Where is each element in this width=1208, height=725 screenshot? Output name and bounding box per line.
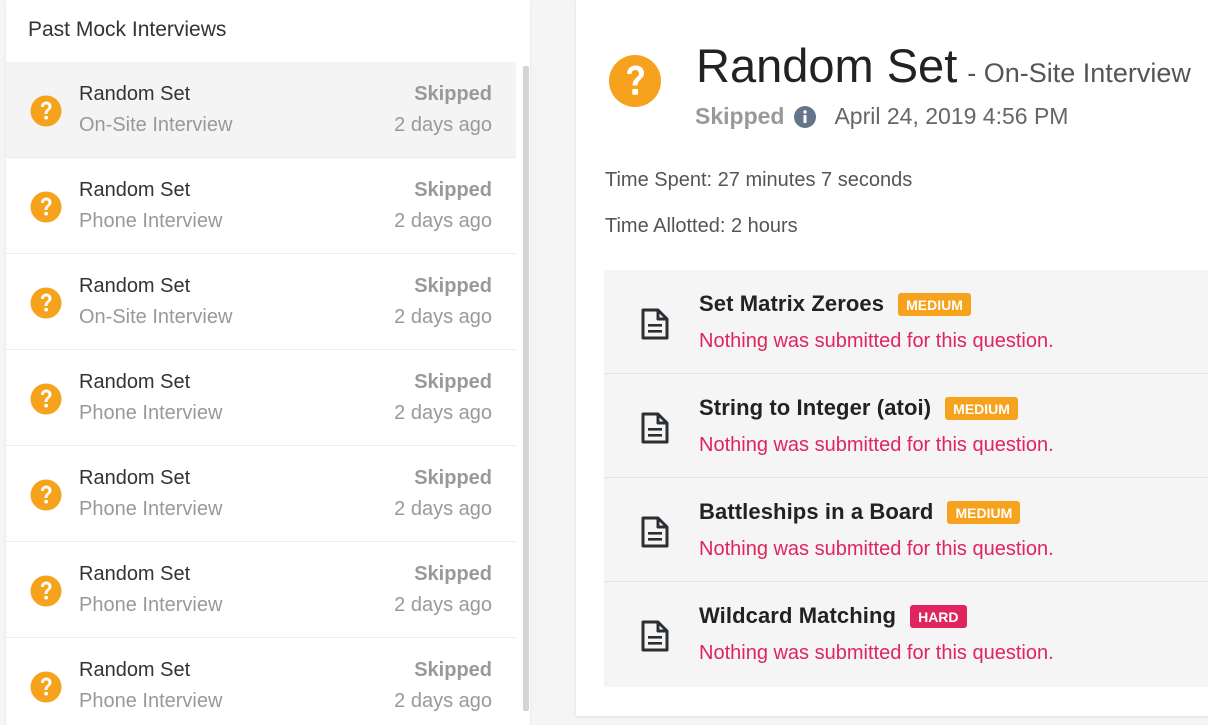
item-status: Skipped [414, 467, 492, 489]
question-circle-icon [30, 575, 62, 607]
question-header: String to Integer (atoi) MEDIUM [699, 395, 1018, 421]
status-label: Skipped [695, 103, 785, 129]
interview-list-item[interactable]: Random Set Phone Interview Skipped 2 days a… [6, 542, 516, 638]
item-subtitle: Phone Interview [79, 402, 223, 424]
question-header: Battleships in a Board MEDIUM [699, 499, 1021, 525]
submission-message: Nothing was submitted for this question. [699, 642, 1054, 664]
interview-list-item[interactable]: Random Set On-Site Interview Skipped 2 days… [6, 254, 516, 350]
item-subtitle: On-Site Interview [79, 114, 233, 136]
question-row[interactable]: Battleships in a Board MEDIUM Nothing was … [604, 478, 1208, 582]
item-title: Random Set [79, 371, 191, 393]
question-circle-icon [30, 671, 62, 703]
difficulty-badge: HARD [910, 604, 967, 628]
interview-type: - On-Site Interview [967, 58, 1191, 88]
item-time-ago: 2 days ago [394, 114, 492, 136]
interview-date: April 24, 2019 4:56 PM [834, 103, 1069, 129]
set-name: Random Set [696, 39, 958, 92]
scrollbar[interactable] [523, 66, 529, 711]
scrollbar-thumb[interactable] [523, 66, 529, 711]
item-time-ago: 2 days ago [394, 498, 492, 520]
item-subtitle: Phone Interview [79, 498, 223, 520]
item-title: Random Set [79, 179, 191, 201]
document-icon [641, 620, 669, 652]
submission-message: Nothing was submitted for this question. [699, 434, 1054, 456]
submission-message: Nothing was submitted for this question. [699, 330, 1054, 352]
item-time-ago: 2 days ago [394, 306, 492, 328]
item-time-ago: 2 days ago [394, 594, 492, 616]
question-circle-icon [609, 55, 661, 107]
item-title: Random Set [79, 563, 191, 585]
panel-title: Past Mock Interviews [28, 18, 227, 41]
item-time-ago: 2 days ago [394, 690, 492, 712]
interview-list-item[interactable]: Random Set Phone Interview Skipped 2 days a… [6, 638, 516, 725]
interview-list-item[interactable]: Random Set Phone Interview Skipped 2 days a… [6, 350, 516, 446]
question-header: Set Matrix Zeroes MEDIUM [699, 291, 971, 317]
question-row[interactable]: Set Matrix Zeroes MEDIUM Nothing was submi… [604, 270, 1208, 374]
document-icon [641, 308, 669, 340]
past-interviews-panel: Past Mock Interviews Random Set On-Site I… [6, 0, 530, 725]
difficulty-badge: MEDIUM [945, 396, 1018, 420]
question-row[interactable]: String to Integer (atoi) MEDIUM Nothing wa… [604, 374, 1208, 478]
difficulty-badge: MEDIUM [947, 500, 1021, 524]
item-subtitle: On-Site Interview [79, 306, 233, 328]
item-status: Skipped [414, 659, 492, 681]
interview-meta: Skipped April 24, 2019 4:56 PM [695, 103, 1068, 130]
question-name[interactable]: Set Matrix Zeroes [699, 291, 884, 317]
item-title: Random Set [79, 467, 191, 489]
question-name[interactable]: String to Integer (atoi) [699, 395, 931, 421]
item-time-ago: 2 days ago [394, 402, 492, 424]
item-status: Skipped [414, 275, 492, 297]
item-title: Random Set [79, 83, 191, 105]
question-header: Wildcard Matching HARD [699, 603, 967, 629]
document-icon [641, 516, 669, 548]
info-circle-icon[interactable] [794, 105, 817, 128]
document-icon [641, 412, 669, 444]
question-row[interactable]: Wildcard Matching HARD Nothing was submitt… [604, 582, 1208, 686]
question-list: Set Matrix Zeroes MEDIUM Nothing was submi… [604, 270, 1208, 687]
item-status: Skipped [414, 83, 492, 105]
interview-list: Random Set On-Site Interview Skipped 2 days… [6, 62, 516, 725]
interview-title: Random Set - On-Site Interview [696, 38, 1191, 93]
time-spent: Time Spent: 27 minutes 7 seconds [605, 169, 913, 191]
question-circle-icon [30, 191, 62, 223]
question-name[interactable]: Battleships in a Board [699, 499, 933, 525]
item-title: Random Set [79, 659, 191, 681]
interview-list-item[interactable]: Random Set On-Site Interview Skipped 2 days… [6, 62, 516, 158]
question-circle-icon [30, 95, 62, 127]
item-subtitle: Phone Interview [79, 690, 223, 712]
question-circle-icon [30, 479, 62, 511]
submission-message: Nothing was submitted for this question. [699, 538, 1054, 560]
difficulty-badge: MEDIUM [898, 292, 971, 316]
item-status: Skipped [414, 179, 492, 201]
interview-list-item[interactable]: Random Set Phone Interview Skipped 2 days a… [6, 158, 516, 254]
question-circle-icon [30, 287, 62, 319]
interview-detail-panel: Random Set - On-Site Interview Skipped Ap… [576, 0, 1208, 716]
question-circle-icon [30, 383, 62, 415]
question-name[interactable]: Wildcard Matching [699, 603, 896, 629]
item-time-ago: 2 days ago [394, 210, 492, 232]
item-title: Random Set [79, 275, 191, 297]
item-status: Skipped [414, 371, 492, 393]
item-subtitle: Phone Interview [79, 210, 223, 232]
item-subtitle: Phone Interview [79, 594, 223, 616]
interview-list-item[interactable]: Random Set Phone Interview Skipped 2 days a… [6, 446, 516, 542]
time-allotted: Time Allotted: 2 hours [605, 215, 798, 237]
item-status: Skipped [414, 563, 492, 585]
